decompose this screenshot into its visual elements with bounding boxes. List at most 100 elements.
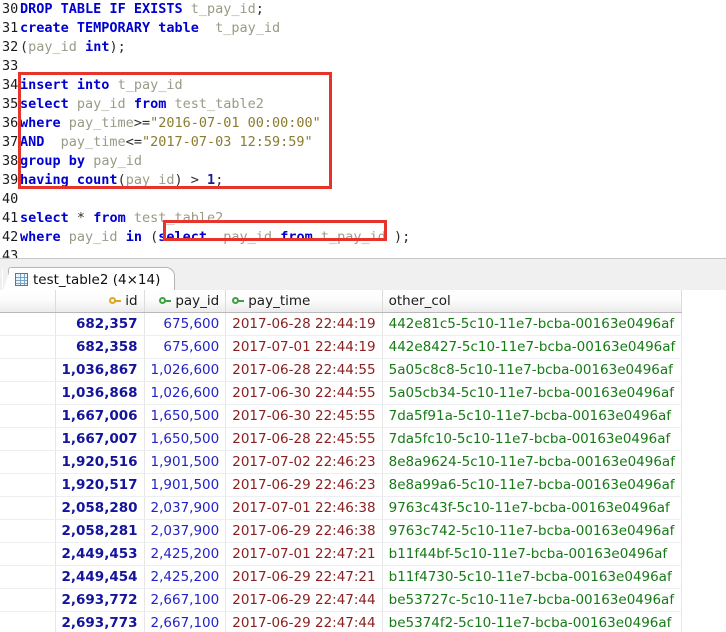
table-row[interactable]: 2,693,7722,667,1002017-06-29 22:47:44be5… [0, 588, 682, 611]
cell-other-col[interactable]: b11f4730-5c10-11e7-bcba-00163e0496af [382, 565, 682, 588]
cell-pay-id[interactable]: 1,901,500 [144, 450, 226, 473]
cell-rownum[interactable] [0, 335, 55, 358]
cell-other-col[interactable]: 442e81c5-5c10-11e7-bcba-00163e0496af [382, 312, 682, 335]
cell-id[interactable]: 2,693,772 [55, 588, 144, 611]
cell-rownum[interactable] [0, 542, 55, 565]
code-line[interactable]: 36where pay_time>="2016-07-01 00:00:00" [0, 114, 726, 133]
cell-rownum[interactable] [0, 588, 55, 611]
cell-id[interactable]: 2,449,453 [55, 542, 144, 565]
code-line[interactable]: 42where pay_id in (select pay_id from t_… [0, 228, 726, 247]
code-text[interactable]: having count(pay_id) > 1; [20, 172, 223, 188]
cell-pay-time[interactable]: 2017-06-28 22:44:19 [226, 312, 382, 335]
cell-pay-id[interactable]: 2,425,200 [144, 542, 226, 565]
cell-id[interactable]: 682,358 [55, 335, 144, 358]
cell-pay-id[interactable]: 1,026,600 [144, 381, 226, 404]
table-row[interactable]: 1,920,5161,901,5002017-07-02 22:46:238e8… [0, 450, 682, 473]
cell-id[interactable]: 1,667,006 [55, 404, 144, 427]
table-row[interactable]: 2,693,7732,667,1002017-06-29 22:47:44be5… [0, 611, 682, 632]
cell-pay-id[interactable]: 2,037,900 [144, 519, 226, 542]
cell-pay-id[interactable]: 1,901,500 [144, 473, 226, 496]
code-line[interactable]: 31create TEMPORARY table t_pay_id [0, 19, 726, 38]
cell-other-col[interactable]: 442e8427-5c10-11e7-bcba-00163e0496af [382, 335, 682, 358]
column-header-rownum[interactable] [0, 290, 55, 312]
cell-id[interactable]: 2,449,454 [55, 565, 144, 588]
code-text[interactable]: where pay_id in (select pay_id from t_pa… [20, 229, 410, 245]
code-line[interactable]: 35select pay_id from test_table2 [0, 95, 726, 114]
cell-pay-id[interactable]: 2,667,100 [144, 588, 226, 611]
column-header-other-col[interactable]: other_col [382, 290, 682, 312]
cell-pay-time[interactable]: 2017-06-29 22:47:44 [226, 588, 382, 611]
cell-id[interactable]: 1,920,517 [55, 473, 144, 496]
cell-pay-id[interactable]: 2,667,100 [144, 611, 226, 632]
code-text[interactable]: insert into t_pay_id [20, 77, 183, 93]
table-row[interactable]: 2,058,2812,037,9002017-06-29 22:46:38976… [0, 519, 682, 542]
table-row[interactable]: 1,920,5171,901,5002017-06-29 22:46:238e8… [0, 473, 682, 496]
code-line[interactable]: 34insert into t_pay_id [0, 76, 726, 95]
cell-other-col[interactable]: be53727c-5c10-11e7-bcba-00163e0496af [382, 588, 682, 611]
cell-pay-id[interactable]: 675,600 [144, 335, 226, 358]
cell-rownum[interactable] [0, 427, 55, 450]
cell-rownum[interactable] [0, 611, 55, 632]
cell-rownum[interactable] [0, 565, 55, 588]
code-line[interactable]: 33 [0, 57, 726, 76]
cell-rownum[interactable] [0, 496, 55, 519]
cell-pay-time[interactable]: 2017-06-28 22:45:55 [226, 427, 382, 450]
column-header-pay-time[interactable]: pay_time [226, 290, 382, 312]
result-tab-test-table2[interactable]: test_table2 (4×14) [8, 267, 175, 291]
cell-other-col[interactable]: 8e8a99a6-5c10-11e7-bcba-00163e0496af [382, 473, 682, 496]
cell-pay-time[interactable]: 2017-06-29 22:46:38 [226, 519, 382, 542]
cell-pay-time[interactable]: 2017-06-28 22:44:55 [226, 358, 382, 381]
code-text[interactable]: group by pay_id [20, 153, 142, 169]
cell-pay-time[interactable]: 2017-06-29 22:47:21 [226, 565, 382, 588]
cell-id[interactable]: 1,920,516 [55, 450, 144, 473]
cell-other-col[interactable]: 7da5fc10-5c10-11e7-bcba-00163e0496af [382, 427, 682, 450]
code-line[interactable]: 40 [0, 190, 726, 209]
table-row[interactable]: 2,058,2802,037,9002017-07-01 22:46:38976… [0, 496, 682, 519]
cell-rownum[interactable] [0, 404, 55, 427]
table-body[interactable]: 682,357675,6002017-06-28 22:44:19442e81c… [0, 312, 682, 632]
table-row[interactable]: 1,667,0071,650,5002017-06-28 22:45:557da… [0, 427, 682, 450]
cell-other-col[interactable]: 9763c43f-5c10-11e7-bcba-00163e0496af [382, 496, 682, 519]
cell-id[interactable]: 682,357 [55, 312, 144, 335]
cell-id[interactable]: 1,036,868 [55, 381, 144, 404]
cell-other-col[interactable]: b11f44bf-5c10-11e7-bcba-00163e0496af [382, 542, 682, 565]
cell-pay-time[interactable]: 2017-06-30 22:45:55 [226, 404, 382, 427]
code-line[interactable]: 38group by pay_id [0, 152, 726, 171]
cell-pay-time[interactable]: 2017-07-02 22:46:23 [226, 450, 382, 473]
cell-pay-id[interactable]: 1,650,500 [144, 404, 226, 427]
cell-other-col[interactable]: 9763c742-5c10-11e7-bcba-00163e0496af [382, 519, 682, 542]
table-row[interactable]: 1,036,8671,026,6002017-06-28 22:44:555a0… [0, 358, 682, 381]
cell-pay-time[interactable]: 2017-06-29 22:47:44 [226, 611, 382, 632]
column-header-pay-id[interactable]: pay_id [144, 290, 226, 312]
cell-pay-time[interactable]: 2017-07-01 22:44:19 [226, 335, 382, 358]
cell-pay-time[interactable]: 2017-06-29 22:46:23 [226, 473, 382, 496]
table-row[interactable]: 682,357675,6002017-06-28 22:44:19442e81c… [0, 312, 682, 335]
cell-pay-id[interactable]: 2,425,200 [144, 565, 226, 588]
code-text[interactable]: (pay_id int); [20, 39, 126, 55]
cell-other-col[interactable]: 7da5f91a-5c10-11e7-bcba-00163e0496af [382, 404, 682, 427]
code-line[interactable]: 30DROP TABLE IF EXISTS t_pay_id; [0, 0, 726, 19]
code-line[interactable]: 43 [0, 247, 726, 258]
cell-rownum[interactable] [0, 473, 55, 496]
code-text[interactable]: AND pay_time<="2017-07-03 12:59:59" [20, 134, 313, 150]
cell-rownum[interactable] [0, 358, 55, 381]
code-line[interactable]: 37AND pay_time<="2017-07-03 12:59:59" [0, 133, 726, 152]
code-text[interactable]: where pay_time>="2016-07-01 00:00:00" [20, 115, 321, 131]
cell-rownum[interactable] [0, 312, 55, 335]
cell-pay-id[interactable]: 1,650,500 [144, 427, 226, 450]
column-header-id[interactable]: id [55, 290, 144, 312]
table-row[interactable]: 1,036,8681,026,6002017-06-30 22:44:555a0… [0, 381, 682, 404]
table-row[interactable]: 682,358675,6002017-07-01 22:44:19442e842… [0, 335, 682, 358]
cell-other-col[interactable]: be5374f2-5c10-11e7-bcba-00163e0496af [382, 611, 682, 632]
cell-pay-time[interactable]: 2017-07-01 22:46:38 [226, 496, 382, 519]
cell-id[interactable]: 2,693,773 [55, 611, 144, 632]
cell-pay-id[interactable]: 2,037,900 [144, 496, 226, 519]
cell-other-col[interactable]: 5a05c8c8-5c10-11e7-bcba-00163e0496af [382, 358, 682, 381]
code-text[interactable]: select * from test_table2 [20, 210, 223, 226]
cell-pay-id[interactable]: 1,026,600 [144, 358, 226, 381]
result-grid[interactable]: id pay_id pay_time [0, 290, 726, 632]
code-line[interactable]: 32(pay_id int); [0, 38, 726, 57]
code-line[interactable]: 41select * from test_table2 [0, 209, 726, 228]
cell-pay-id[interactable]: 675,600 [144, 312, 226, 335]
code-text[interactable]: create TEMPORARY table t_pay_id [20, 20, 280, 36]
